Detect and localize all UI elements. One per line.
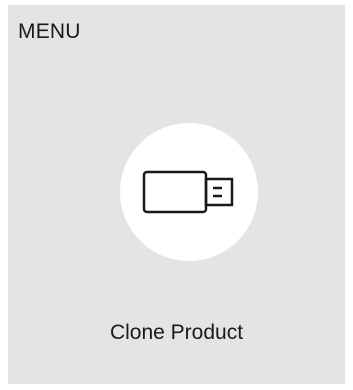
clone-product-label: Clone Product [109,321,244,344]
usb-drive-icon [142,170,236,214]
menu-panel: MENU Clone Product [8,5,345,384]
menu-title: MENU [18,20,81,43]
clone-product-button[interactable] [120,123,258,261]
